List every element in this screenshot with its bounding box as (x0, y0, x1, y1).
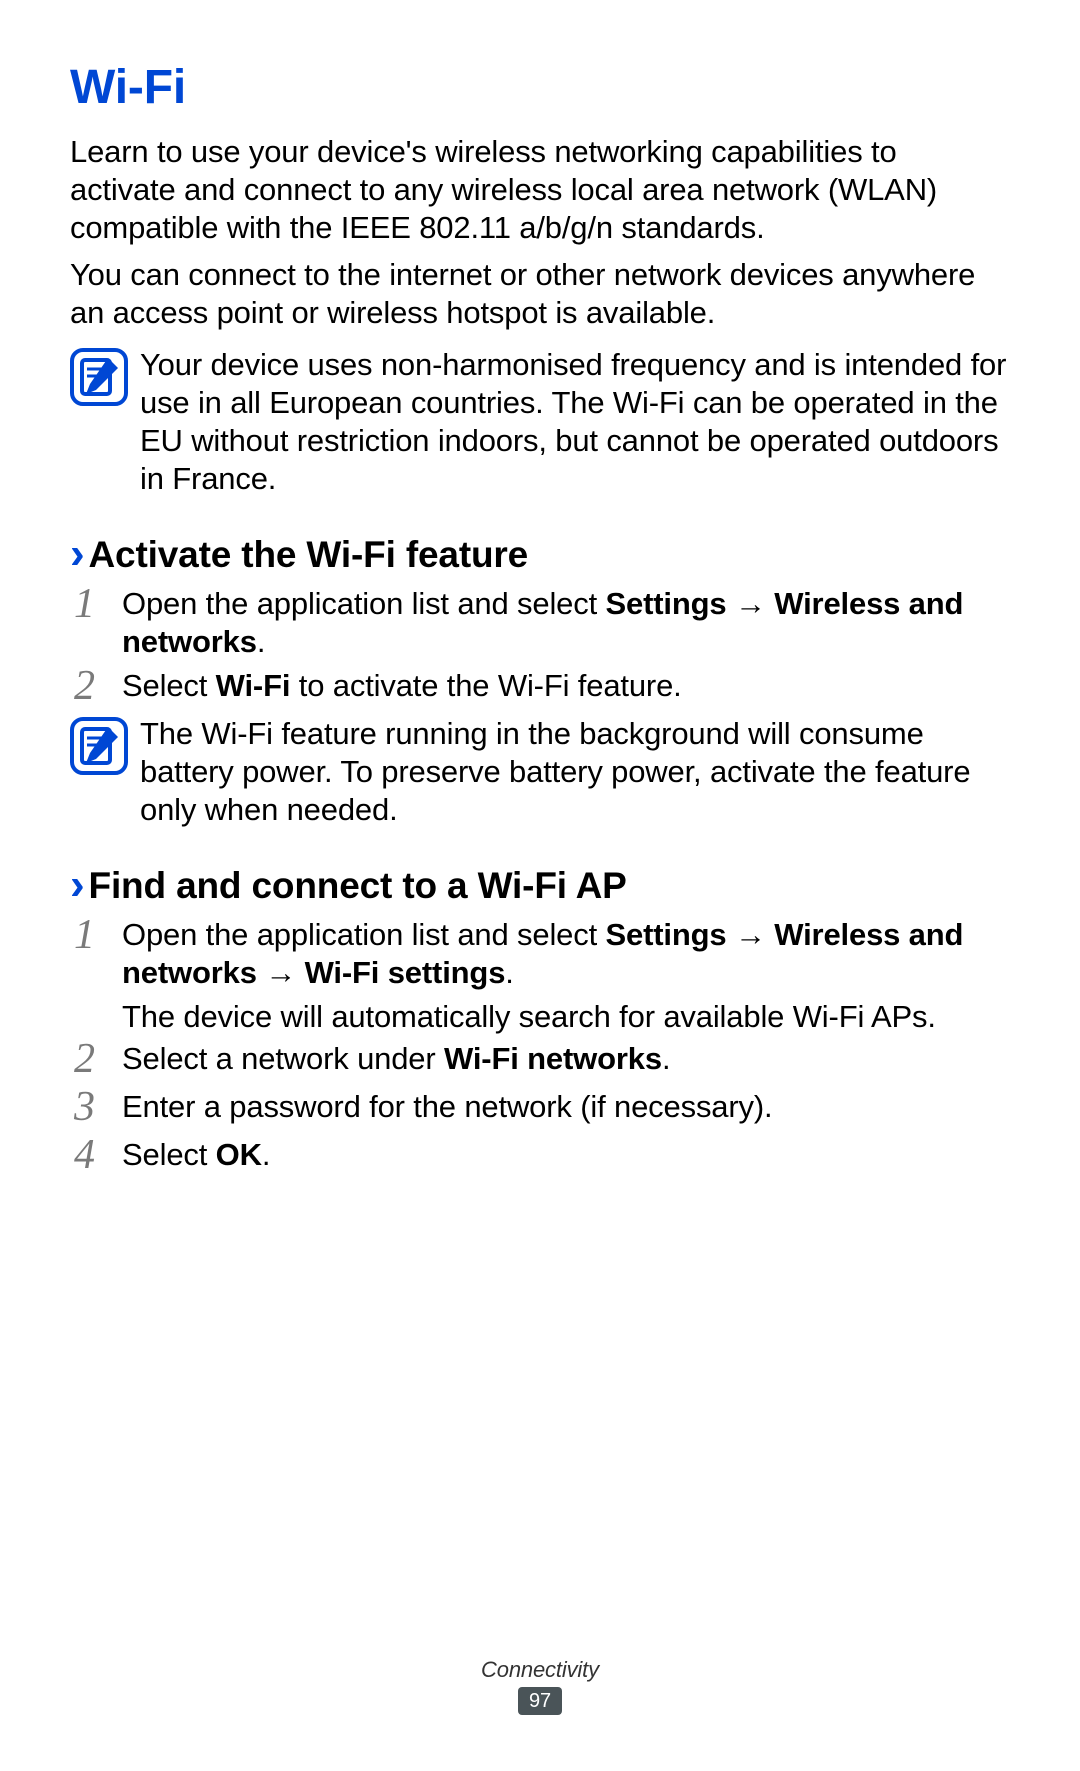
step-bold: Settings (606, 586, 727, 621)
footer-section-label: Connectivity (0, 1657, 1080, 1683)
note-block: The Wi-Fi feature running in the backgro… (70, 715, 1010, 828)
subheading-text: Find and connect to a Wi-Fi AP (89, 865, 627, 907)
intro-paragraph-1: Learn to use your device's wireless netw… (70, 133, 1010, 246)
step-number: 2 (70, 665, 122, 707)
step-text: . (257, 624, 265, 659)
step-row: 1 Open the application list and select S… (70, 916, 1010, 992)
note-block: Your device uses non-harmonised frequenc… (70, 346, 1010, 497)
step-number: 3 (70, 1086, 122, 1128)
step-bold: Wi-Fi (216, 668, 291, 703)
step-text: → (727, 586, 775, 621)
note-icon (70, 717, 128, 775)
chevron-icon: › (70, 863, 85, 907)
page-footer: Connectivity 97 (0, 1657, 1080, 1715)
step-row: 4 Select OK. (70, 1136, 1010, 1178)
step-text: to activate the Wi-Fi feature. (290, 668, 681, 703)
step-body: Select a network under Wi-Fi networks. (122, 1040, 1010, 1078)
step-text: . (662, 1041, 670, 1076)
step-body: Open the application list and select Set… (122, 916, 1010, 992)
step-row: 2 Select Wi-Fi to activate the Wi-Fi fea… (70, 667, 1010, 709)
step-text: Select a network under (122, 1041, 444, 1076)
step-text: → (257, 955, 305, 990)
step-text: Open the application list and select (122, 586, 606, 621)
step-number: 1 (70, 583, 122, 625)
note-text: The Wi-Fi feature running in the backgro… (140, 715, 1010, 828)
note-icon (70, 348, 128, 406)
step-extra-text: The device will automatically search for… (122, 998, 1010, 1036)
step-text: Select (122, 668, 216, 703)
step-bold: OK (216, 1137, 262, 1172)
step-bold: Wi-Fi networks (444, 1041, 662, 1076)
step-body: Enter a password for the network (if nec… (122, 1088, 1010, 1126)
subheading-text: Activate the Wi-Fi feature (89, 534, 529, 576)
step-bold: Wi-Fi settings (305, 955, 506, 990)
subheading-find-connect: › Find and connect to a Wi-Fi AP (70, 864, 1010, 908)
step-text: . (262, 1137, 270, 1172)
step-text: Select (122, 1137, 216, 1172)
step-bold: Settings (606, 917, 727, 952)
step-row: 1 Open the application list and select S… (70, 585, 1010, 661)
step-text: → (727, 917, 775, 952)
step-number: 2 (70, 1038, 122, 1080)
step-row: 3 Enter a password for the network (if n… (70, 1088, 1010, 1130)
step-number: 1 (70, 914, 122, 956)
chevron-icon: › (70, 532, 85, 576)
step-row: 2 Select a network under Wi-Fi networks. (70, 1040, 1010, 1082)
step-number: 4 (70, 1134, 122, 1176)
intro-paragraph-2: You can connect to the internet or other… (70, 256, 1010, 332)
step-text: . (505, 955, 513, 990)
note-text: Your device uses non-harmonised frequenc… (140, 346, 1010, 497)
step-body: Select Wi-Fi to activate the Wi-Fi featu… (122, 667, 1010, 705)
subheading-activate: › Activate the Wi-Fi feature (70, 533, 1010, 577)
step-body: Open the application list and select Set… (122, 585, 1010, 661)
step-body: Select OK. (122, 1136, 1010, 1174)
step-text: Open the application list and select (122, 917, 606, 952)
page-number-badge: 97 (518, 1687, 562, 1715)
page-title: Wi-Fi (70, 60, 1010, 115)
